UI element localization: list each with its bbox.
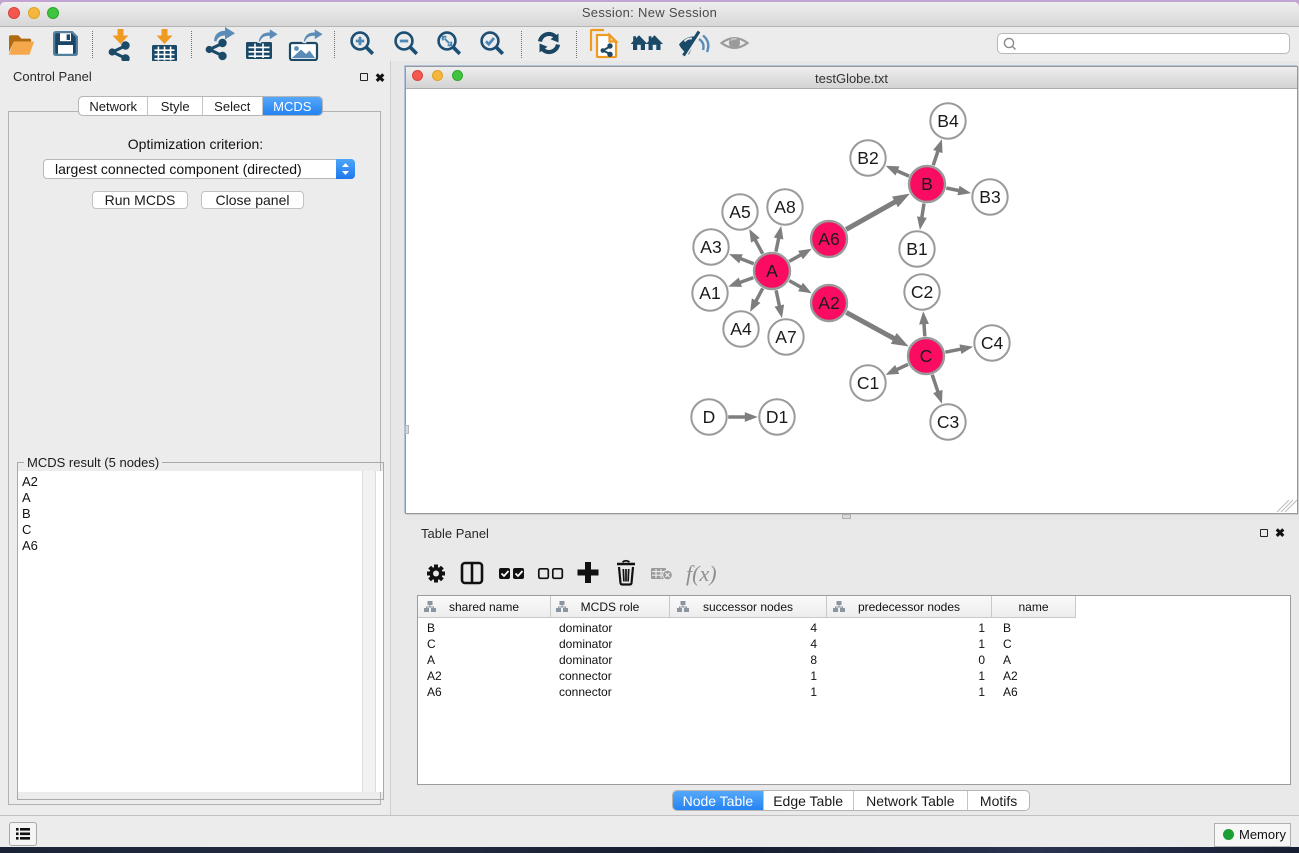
svg-text:C2: C2: [911, 282, 933, 302]
svg-text:A4: A4: [730, 319, 752, 339]
svg-text:C: C: [920, 346, 933, 366]
svg-text:A3: A3: [700, 237, 721, 257]
svg-text:A8: A8: [774, 197, 795, 217]
svg-text:B: B: [921, 174, 933, 194]
svg-text:A7: A7: [775, 327, 796, 347]
svg-text:f(x): f(x): [686, 561, 717, 586]
svg-text:A6: A6: [818, 229, 839, 249]
svg-text:A2: A2: [818, 293, 839, 313]
svg-text:C4: C4: [981, 333, 1004, 353]
svg-text:A5: A5: [729, 202, 750, 222]
svg-text:D: D: [703, 407, 716, 427]
svg-text:C1: C1: [857, 373, 879, 393]
svg-text:A: A: [766, 261, 778, 281]
svg-text:B4: B4: [937, 111, 959, 131]
svg-text:A1: A1: [699, 283, 720, 303]
svg-text:B3: B3: [979, 187, 1000, 207]
svg-text:B2: B2: [857, 148, 878, 168]
svg-text:B1: B1: [906, 239, 927, 259]
svg-text:C3: C3: [937, 412, 959, 432]
svg-text:D1: D1: [766, 407, 788, 427]
